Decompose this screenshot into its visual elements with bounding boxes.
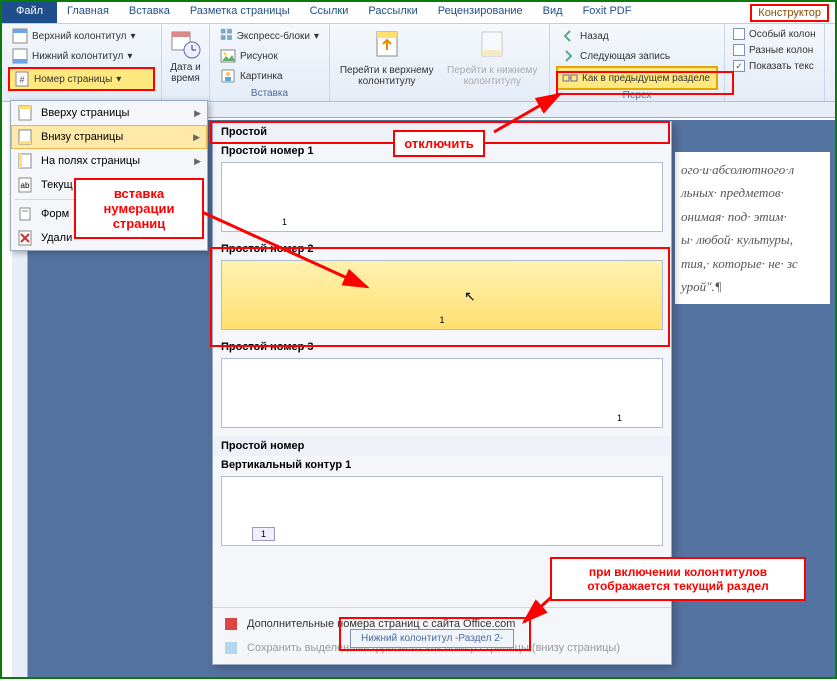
date-time-label: Дата и время (168, 62, 203, 84)
picture-icon (220, 48, 236, 64)
page-number-button[interactable]: #Номер страницы ▾ (8, 67, 155, 91)
tab-view[interactable]: Вид (533, 2, 573, 23)
checkbox-icon (733, 28, 745, 40)
footer-icon (12, 48, 28, 64)
document-text: ого·и·абсолютного·л льных· предметов· он… (675, 152, 830, 304)
format-icon (17, 206, 33, 222)
tab-home[interactable]: Главная (57, 2, 119, 23)
blocks-icon (220, 28, 233, 44)
callout-footer-info: при включении колонтитулов отображается … (550, 557, 806, 601)
goto-bottom-button: Перейти к нижнему колонтитулу (442, 26, 544, 87)
tab-file[interactable]: Файл (2, 2, 57, 23)
header-top-button[interactable]: Верхний колонтитул ▾ (8, 26, 155, 46)
page-number-icon: # (14, 71, 30, 87)
svg-text:ab: ab (21, 181, 30, 190)
office-icon (223, 616, 239, 632)
annotation-box (556, 71, 734, 95)
annotation-box (210, 247, 670, 347)
back-icon (560, 28, 576, 44)
gallery-sample-3[interactable]: 1 (221, 358, 663, 428)
tab-layout[interactable]: Разметка страницы (180, 2, 300, 23)
gallery-sample-1[interactable]: 1 (221, 162, 663, 232)
show-text-check[interactable]: ✓Показать текс (731, 58, 818, 74)
tab-review[interactable]: Рецензирование (428, 2, 533, 23)
header-icon (12, 28, 28, 44)
remove-icon (17, 230, 33, 246)
checkbox-checked-icon: ✓ (733, 60, 745, 72)
chevron-right-icon: ▶ (194, 108, 201, 119)
tab-mail[interactable]: Рассылки (358, 2, 427, 23)
next-icon (560, 48, 576, 64)
chevron-right-icon: ▶ (193, 132, 200, 143)
clipart-icon (220, 68, 236, 84)
tab-designer[interactable]: Конструктор (750, 4, 829, 22)
callout-insert-numbering: вставка нумерации страниц (74, 178, 204, 239)
nav-next-button[interactable]: Следующая запись (556, 46, 718, 66)
page-bottom-icon (17, 129, 33, 145)
ribbon-tabs: Файл Главная Вставка Разметка страницы С… (2, 2, 835, 24)
annotation-box (339, 617, 531, 651)
page-top-icon (17, 105, 33, 121)
picture-button[interactable]: Рисунок (216, 46, 323, 66)
svg-text:#: # (19, 75, 24, 85)
diff-headers-check[interactable]: Разные колон (731, 42, 818, 58)
clipart-button[interactable]: Картинка (216, 66, 323, 86)
cursor-pos-icon: ab (17, 177, 33, 193)
goto-top-button[interactable]: Перейти к верхнему колонтитулу (336, 26, 438, 87)
page-margin-icon (17, 153, 33, 169)
menu-bottom-of-page[interactable]: Внизу страницы▶ (11, 125, 207, 149)
gallery-group-simple-num: Простой номер (213, 436, 671, 456)
checkbox-icon (733, 44, 745, 56)
menu-top-of-page[interactable]: Вверху страницы▶ (11, 101, 207, 125)
goto-top-icon (371, 28, 403, 60)
header-bottom-button[interactable]: Нижний колонтитул ▾ (8, 46, 155, 66)
gallery-sample-vert[interactable]: 1 (221, 476, 663, 546)
callout-disable: отключить (393, 130, 485, 157)
express-blocks-button[interactable]: Экспресс-блоки ▾ (216, 26, 323, 46)
tab-insert[interactable]: Вставка (119, 2, 180, 23)
menu-margins[interactable]: На полях страницы▶ (11, 149, 207, 173)
tab-foxit[interactable]: Foxit PDF (573, 2, 642, 23)
chevron-right-icon: ▶ (194, 156, 201, 167)
special-header-check[interactable]: Особый колон (731, 26, 818, 42)
save-icon (223, 640, 239, 656)
nav-back-button[interactable]: Назад (556, 26, 718, 46)
gallery-item-label: Вертикальный контур 1 (213, 456, 671, 474)
tab-refs[interactable]: Ссылки (300, 2, 359, 23)
date-time-icon[interactable] (170, 28, 202, 60)
goto-bottom-icon (476, 28, 508, 60)
